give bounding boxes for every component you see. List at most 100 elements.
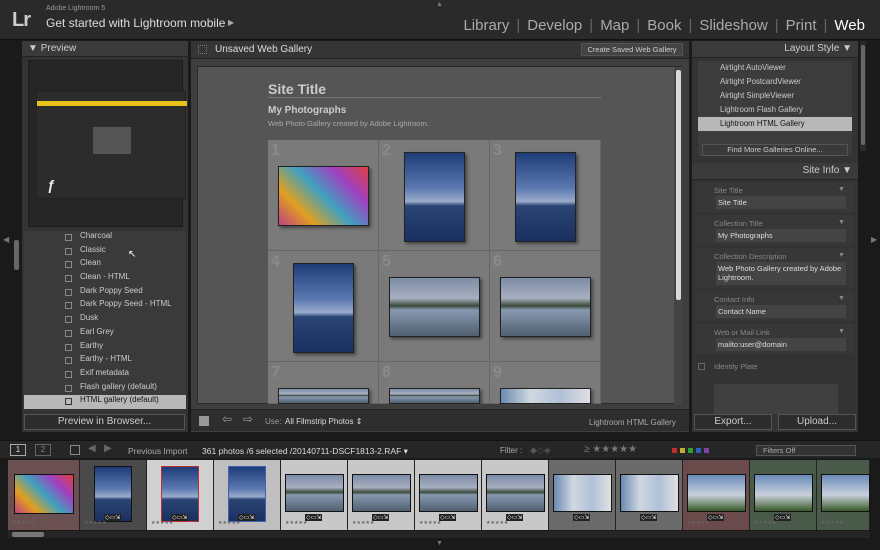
photo-info[interactable]: 361 photos /6 selected /20140711-DSCF181… xyxy=(202,446,408,457)
preview-in-browser-button[interactable]: Preview in Browser... xyxy=(24,414,185,430)
filmstrip-cell-selected[interactable]: ★★★★★ ◇▭⇲ xyxy=(482,460,549,530)
left-panel-scrollbar[interactable] xyxy=(14,240,19,270)
chevron-down-icon[interactable]: ▼ xyxy=(838,186,845,193)
filmstrip-thumbnail[interactable] xyxy=(821,474,870,512)
identity-text[interactable]: Get started with Lightroom mobile xyxy=(46,16,225,30)
photo-thumbnail[interactable] xyxy=(293,263,354,353)
right-panel-scrollbar-thumb[interactable] xyxy=(861,45,865,145)
grid-view-icon[interactable] xyxy=(70,445,80,455)
canvas-scrollbar-thumb[interactable] xyxy=(676,70,681,300)
module-web[interactable]: Web xyxy=(827,17,872,34)
photo-thumbnail[interactable] xyxy=(404,152,465,242)
filmstrip-cell-selected[interactable]: ★★★★★ ◇▭⇲ xyxy=(214,460,281,530)
module-library[interactable]: Library xyxy=(456,17,516,34)
collapse-top-icon[interactable]: ▲ xyxy=(436,1,443,8)
layout-style-item[interactable]: Airtight SimpleViewer xyxy=(698,89,852,103)
chevron-down-icon[interactable]: ▼ xyxy=(838,295,845,302)
upload-button[interactable]: Upload... xyxy=(778,414,856,430)
layout-style-item[interactable]: Airtight PostcardViewer xyxy=(698,75,852,89)
filmstrip-cell-selected[interactable]: ★★★★★ ◇▭⇲ xyxy=(415,460,482,530)
flag-filter-icons[interactable]: ◆◇◈ xyxy=(530,445,551,456)
filmstrip-thumbnail[interactable] xyxy=(14,474,74,514)
filmstrip-cell-selected[interactable]: ★★★★★ ◇▭⇲ xyxy=(281,460,348,530)
identity-plate-checkbox[interactable] xyxy=(698,363,705,370)
filmstrip-cell[interactable]: ★★★★★ ◇▭⇲ xyxy=(683,460,750,530)
contact-info-input[interactable]: Contact Name xyxy=(716,305,846,318)
module-map[interactable]: Map xyxy=(593,17,636,34)
template-item[interactable]: Flash gallery (default) xyxy=(24,382,186,396)
preview-panel-header[interactable]: ▼ Preview xyxy=(22,41,188,57)
module-print[interactable]: Print xyxy=(779,17,824,34)
template-item[interactable]: Charcoal xyxy=(24,231,186,245)
site-info-header[interactable]: Site Info ▼ xyxy=(692,163,858,180)
photo-thumbnail[interactable] xyxy=(278,166,369,226)
grid-cell[interactable]: 3 xyxy=(490,140,601,251)
filter-preset-select[interactable]: Filters Off xyxy=(756,445,856,456)
layout-style-item-selected[interactable]: Lightroom HTML Gallery xyxy=(698,117,852,131)
template-item-selected[interactable]: HTML gallery (default) xyxy=(24,395,186,409)
source-label[interactable]: Previous Import xyxy=(128,446,188,456)
chevron-down-icon[interactable]: ▼ xyxy=(838,252,845,259)
chevron-down-icon[interactable]: ▼ xyxy=(838,219,845,226)
filmstrip-cell[interactable]: ★★★★★ ◇▭⇲ xyxy=(750,460,817,530)
export-button[interactable]: Export... xyxy=(694,414,772,430)
template-item[interactable]: Dark Poppy Seed - HTML xyxy=(24,299,186,313)
module-develop[interactable]: Develop xyxy=(520,17,589,34)
back-arrow-icon[interactable]: ◀ xyxy=(88,443,96,454)
filmstrip-thumbnail[interactable] xyxy=(352,474,411,512)
photo-thumbnail[interactable] xyxy=(389,388,480,404)
identity-plate-preview[interactable] xyxy=(714,384,838,414)
layout-style-header[interactable]: Layout Style ▼ xyxy=(692,41,858,58)
filmstrip-scrollbar-thumb[interactable] xyxy=(12,532,44,537)
play-arrow-icon[interactable]: ▶ xyxy=(228,18,234,27)
template-item[interactable]: Clean xyxy=(24,258,186,272)
template-item[interactable]: Earl Grey xyxy=(24,327,186,341)
layout-style-item[interactable]: Lightroom Flash Gallery xyxy=(698,103,852,117)
grid-cell[interactable]: 7 xyxy=(268,362,379,404)
filmstrip-cell[interactable]: ★★★★★ ◇▭⇲ xyxy=(616,460,683,530)
template-item[interactable]: Classic xyxy=(24,245,186,259)
collapse-right-icon[interactable]: ▶ xyxy=(871,235,877,244)
filmstrip-cell[interactable]: ★★★★★ ◇▭⇲ xyxy=(80,460,147,530)
collection-description[interactable]: Web Photo Gallery created by Adobe Light… xyxy=(268,119,429,128)
module-book[interactable]: Book xyxy=(640,17,688,34)
photo-thumbnail[interactable] xyxy=(515,152,576,242)
filmstrip-thumbnail[interactable] xyxy=(620,474,679,512)
color-label-filter[interactable] xyxy=(672,448,709,453)
create-saved-gallery-button[interactable]: Create Saved Web Gallery xyxy=(581,43,683,56)
template-item[interactable]: Dusk xyxy=(24,313,186,327)
template-item[interactable]: Dark Poppy Seed xyxy=(24,286,186,300)
filmstrip-cell-selected[interactable]: ★★★★★ ◇▭⇲ xyxy=(147,460,214,530)
grid-cell[interactable]: 9 xyxy=(490,362,601,404)
arrow-left-icon[interactable]: ⇦ xyxy=(222,412,232,426)
collection-title[interactable]: My Photographs xyxy=(268,105,346,116)
filmstrip-cell[interactable]: ★★★★★ xyxy=(8,460,80,530)
site-title[interactable]: Site Title xyxy=(268,81,326,97)
color-label-green[interactable] xyxy=(688,448,693,453)
color-label-yellow[interactable] xyxy=(680,448,685,453)
chevron-down-icon[interactable]: ▼ xyxy=(838,328,845,335)
filmstrip-cell[interactable]: ★★★★★ xyxy=(817,460,870,530)
filmstrip-scrollbar[interactable] xyxy=(8,531,870,538)
template-item[interactable]: Exif metadata xyxy=(24,368,186,382)
collection-title-input[interactable]: My Photographs xyxy=(716,229,846,242)
color-label-purple[interactable] xyxy=(704,448,709,453)
filmstrip-thumbnail[interactable] xyxy=(486,474,545,512)
arrow-right-icon[interactable]: ⇨ xyxy=(243,412,253,426)
photo-thumbnail[interactable] xyxy=(500,388,591,404)
grid-cell[interactable]: 1 xyxy=(268,140,379,251)
web-link-input[interactable]: mailto:user@domain xyxy=(716,338,846,351)
photo-thumbnail[interactable] xyxy=(389,277,480,337)
filmstrip-thumbnail[interactable] xyxy=(285,474,344,512)
collapse-bottom-icon[interactable]: ▼ xyxy=(436,540,443,547)
grid-cell[interactable]: 8 xyxy=(379,362,490,404)
filmstrip-thumbnail[interactable] xyxy=(754,474,813,512)
photo-thumbnail[interactable] xyxy=(500,277,591,337)
photo-thumbnail[interactable] xyxy=(278,388,369,404)
second-window-button[interactable]: 2 xyxy=(35,444,51,456)
template-item[interactable]: Earthy - HTML xyxy=(24,354,186,368)
filmstrip-thumbnail[interactable] xyxy=(553,474,612,512)
rating-filter[interactable]: ≥ ★★★★★ xyxy=(584,444,637,455)
module-slideshow[interactable]: Slideshow xyxy=(692,17,774,34)
collapse-left-icon[interactable]: ◀ xyxy=(3,235,9,244)
